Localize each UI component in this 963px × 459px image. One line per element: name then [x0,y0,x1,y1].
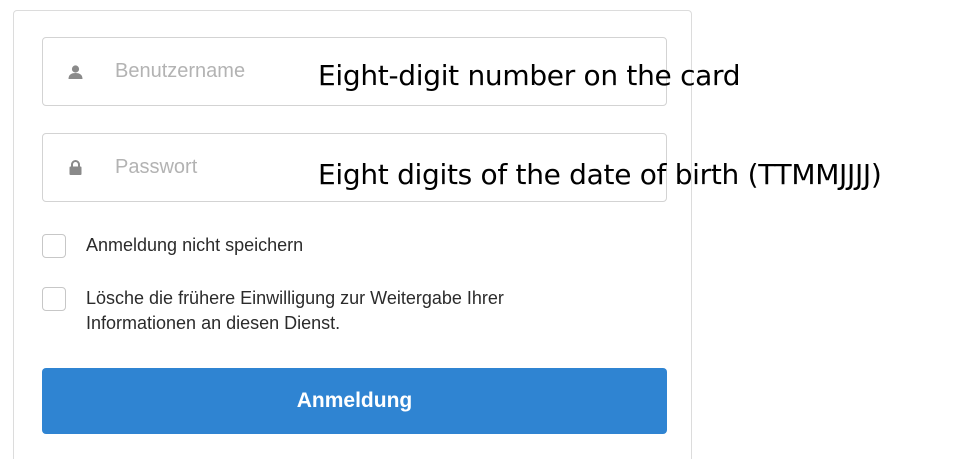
checkbox-label-line: Anmeldung nicht speichern [86,235,304,255]
login-screen: Eight-digit number on the card Eight dig… [0,0,963,459]
dont-save-login-checkbox[interactable] [42,234,66,258]
password-hint-annotation: Eight digits of the date of birth (TTMMJ… [318,158,882,191]
revoke-consent-label[interactable]: Lösche die frühere Einwilligung zur Weit… [86,286,504,336]
lock-icon [67,160,83,176]
revoke-consent-option[interactable]: Lösche die frühere Einwilligung zur Weit… [42,287,504,336]
checkbox-label-line: Informationen an diesen Dienst. [86,313,341,333]
login-button[interactable]: Anmeldung [42,368,667,434]
dont-save-login-option[interactable]: Anmeldung nicht speichern [42,234,303,258]
dont-save-login-label[interactable]: Anmeldung nicht speichern [86,233,303,258]
user-icon [67,64,83,80]
checkbox-label-line: Lösche die frühere Einwilligung zur Weit… [86,288,504,308]
username-hint-annotation: Eight-digit number on the card [318,59,741,92]
revoke-consent-checkbox[interactable] [42,287,66,311]
